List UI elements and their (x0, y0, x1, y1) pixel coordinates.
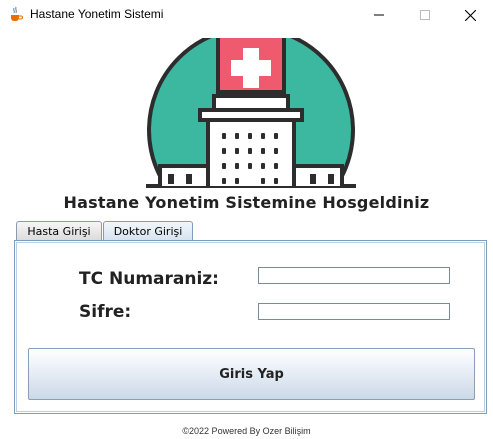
password-input[interactable] (258, 303, 450, 320)
title-bar: Hastane Yonetim Sistemi (0, 0, 493, 30)
tc-label: TC Numaraniz: (79, 269, 219, 289)
hospital-logo-icon (146, 38, 356, 188)
java-cup-icon (11, 6, 23, 21)
tab-doktor-girisi[interactable]: Doktor Girişi (103, 221, 193, 240)
login-button[interactable]: Giris Yap (28, 348, 475, 400)
close-button[interactable] (447, 0, 493, 30)
minimize-icon (374, 14, 384, 16)
password-label: Sifre: (79, 302, 132, 322)
welcome-heading: Hastane Yonetim Sistemine Hosgeldiniz (63, 193, 430, 212)
login-panel: TC Numaraniz: Sifre: Giris Yap (14, 240, 487, 414)
footer-copyright: ©2022 Powered By Ozer Bilişim (182, 426, 311, 436)
minimize-button[interactable] (356, 0, 402, 30)
maximize-button[interactable] (402, 0, 448, 30)
window-title: Hastane Yonetim Sistemi (30, 7, 164, 21)
login-panel-inner: TC Numaraniz: Sifre: Giris Yap (16, 242, 485, 412)
close-icon (464, 9, 476, 21)
maximize-icon (420, 10, 430, 20)
tc-number-input[interactable] (258, 267, 450, 284)
tab-hasta-girisi[interactable]: Hasta Girişi (16, 221, 102, 240)
